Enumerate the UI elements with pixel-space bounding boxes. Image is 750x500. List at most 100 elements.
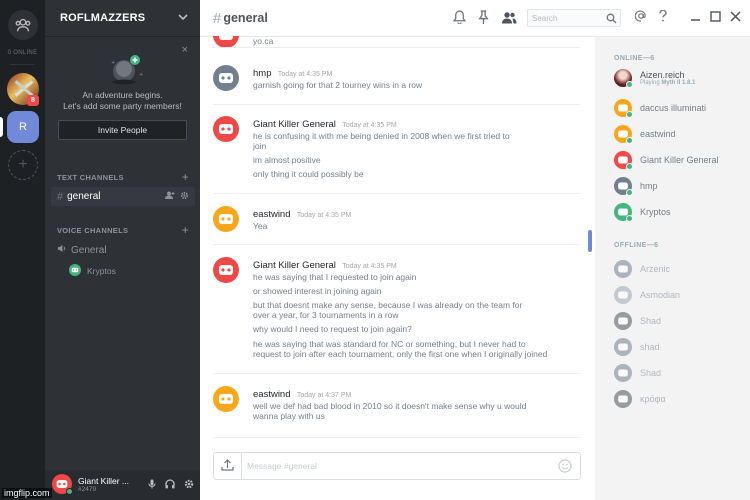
avatar[interactable]	[213, 206, 239, 232]
invite-prompt: × + + An adventure begins. Let's add som…	[45, 38, 200, 156]
minimize-icon[interactable]	[690, 11, 701, 25]
gear-icon[interactable]	[180, 191, 189, 202]
message-author[interactable]: Giant Killer General	[253, 119, 336, 130]
voice-channel-general[interactable]: General	[57, 244, 107, 256]
status-dot	[626, 189, 633, 196]
mentions-icon[interactable]	[634, 10, 647, 25]
avatar-eye	[227, 127, 231, 131]
member-eastwind[interactable]: eastwind	[614, 124, 744, 144]
status-dot	[626, 215, 633, 222]
member-shad-lower[interactable]: shad	[614, 337, 744, 357]
status-dot	[626, 81, 633, 88]
member-kryptos[interactable]: Kryptos	[614, 202, 744, 222]
message-author[interactable]: Giant Killer General	[253, 260, 336, 271]
member-aizen-reich[interactable]: Aizen.reich Playing Myth II 1.8.1	[614, 68, 744, 88]
avatar[interactable]	[213, 116, 239, 142]
message-author[interactable]: eastwind	[253, 389, 291, 400]
settings-gear-icon[interactable]	[184, 479, 194, 491]
bell-icon[interactable]	[452, 10, 467, 27]
add-server-button[interactable]: +	[8, 150, 38, 180]
member-name: shad	[640, 342, 660, 352]
member-shad[interactable]: Shad	[614, 311, 744, 331]
emoji-icon[interactable]	[558, 459, 572, 476]
message-text: or showed interest in joining again	[253, 286, 382, 296]
message-text: im almost positive	[253, 155, 321, 165]
help-icon[interactable]	[659, 9, 667, 25]
add-text-channel-icon[interactable]: +	[182, 171, 189, 183]
voice-channels-category[interactable]: VOICE CHANNELS +	[57, 224, 189, 236]
message-text: only thing it could possibly be	[253, 169, 364, 179]
channel-sidebar: ROFLMAZZERS × + + An adventure begins. L…	[45, 0, 200, 500]
channel-topbar: # general Search	[200, 0, 750, 37]
member-name: κρόφα	[640, 394, 666, 404]
maximize-icon[interactable]	[710, 11, 721, 25]
avatar-eye	[221, 217, 225, 221]
avatar-eye	[221, 268, 225, 272]
message-text: request to join after each tournament, o…	[253, 349, 548, 359]
search-icon	[606, 13, 617, 26]
message-text: well we def had bad blood in 2010 so it …	[253, 401, 527, 411]
message-author[interactable]: eastwind	[253, 209, 291, 220]
invite-message: An adventure begins. Let's add some part…	[63, 90, 182, 111]
member-greek[interactable]: κρόφα	[614, 389, 744, 409]
chat-scrollbar[interactable]	[588, 230, 592, 252]
message-timestamp: Today at 4:37 PM	[296, 392, 352, 399]
friends-icon[interactable]	[8, 10, 38, 40]
close-icon[interactable]: ×	[182, 44, 188, 56]
avatar	[614, 203, 633, 222]
selected-guild-indicator	[0, 117, 3, 137]
channel-general[interactable]: # general	[51, 187, 195, 206]
divider	[213, 47, 580, 48]
microphone-icon[interactable]	[148, 479, 156, 491]
search-input[interactable]: Search	[527, 9, 621, 27]
member-asmodian[interactable]: Asmodian	[614, 285, 744, 305]
add-voice-channel-icon[interactable]: +	[182, 224, 189, 236]
message-timestamp: Today at 4:35 PM	[342, 122, 397, 129]
avatar[interactable]	[52, 473, 73, 497]
avatar-eye	[227, 397, 231, 401]
invite-people-button[interactable]: Invite People	[58, 120, 187, 140]
message-text: he is confusing it with me being denied …	[253, 131, 510, 141]
member-name: Kryptos	[640, 207, 671, 217]
message-author[interactable]: hmp	[253, 68, 271, 79]
guild-icon-roflmazzers[interactable]: R	[7, 111, 39, 143]
message-input[interactable]	[247, 459, 547, 473]
invite-member-icon[interactable]	[165, 191, 175, 202]
upload-button[interactable]	[214, 453, 242, 479]
avatar	[614, 125, 633, 144]
status-dot	[66, 487, 73, 495]
member-arzenic[interactable]: Arzenic	[614, 259, 744, 279]
member-name: eastwind	[640, 129, 676, 139]
member-giant-killer-general[interactable]: Giant Killer General	[614, 150, 744, 170]
member-daccus-illuminati[interactable]: daccus illuminati	[614, 98, 744, 118]
voice-user-kryptos[interactable]: Kryptos	[69, 264, 116, 278]
avatar	[614, 99, 633, 118]
pin-icon[interactable]	[478, 10, 489, 27]
divider	[213, 104, 580, 105]
message-timestamp: Today at 4:35 PM	[342, 263, 397, 270]
member-name: Shad	[640, 316, 662, 326]
message-timestamp: Today at 4:35 PM	[277, 71, 333, 78]
avatar[interactable]	[213, 386, 239, 412]
avatar[interactable]	[213, 257, 239, 283]
avatar[interactable]	[213, 65, 239, 91]
server-header[interactable]: ROFLMAZZERS	[45, 0, 200, 37]
message-text: join	[253, 141, 267, 151]
member-list-icon[interactable]	[501, 11, 517, 27]
message-text: why would I need to request to join agai…	[253, 324, 412, 334]
upload-icon	[221, 458, 234, 474]
close-window-icon[interactable]	[730, 11, 741, 25]
message-header: hmp Today at 4:35 PM	[253, 65, 332, 79]
text-channels-category[interactable]: TEXT CHANNELS +	[57, 171, 189, 183]
member-shad-2[interactable]: Shad	[614, 363, 744, 383]
message-text: garnish going for that 2 tourney wins in…	[253, 80, 423, 90]
message-text: Yea	[253, 221, 268, 231]
headphones-icon[interactable]	[165, 479, 175, 491]
member-hmp[interactable]: hmp	[614, 176, 744, 196]
divider	[213, 244, 580, 245]
avatar-eye	[221, 397, 225, 401]
party-illustration-icon: + +	[107, 52, 143, 88]
user-panel: Giant Killer ... #2479	[45, 470, 200, 500]
status-dot	[626, 163, 633, 170]
chevron-down-icon	[178, 13, 188, 24]
